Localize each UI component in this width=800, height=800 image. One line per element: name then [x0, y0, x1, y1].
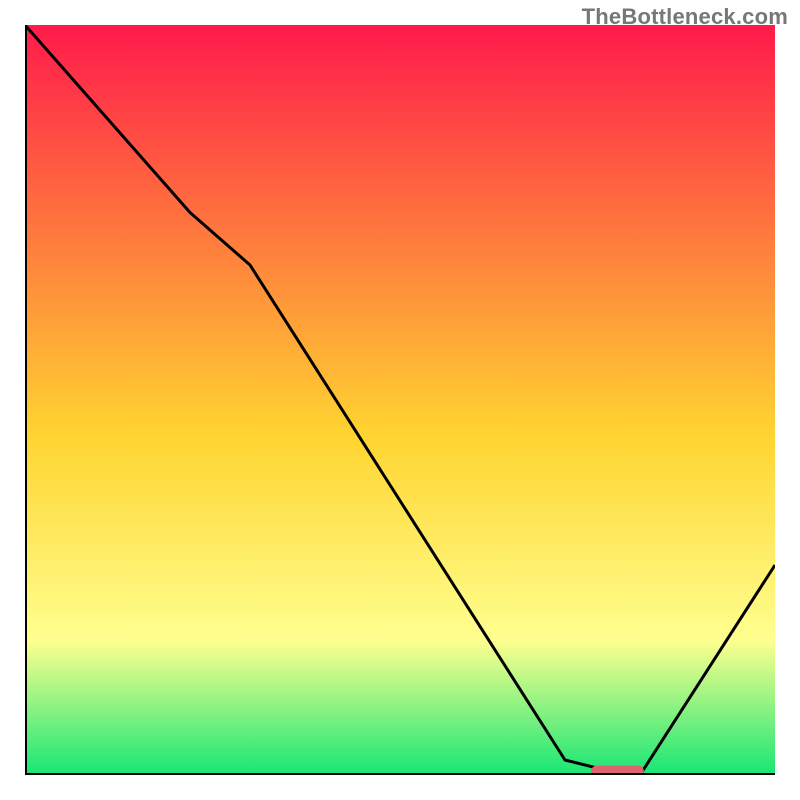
- gradient-background: [25, 25, 775, 775]
- chart-svg: [25, 25, 775, 775]
- plot-area: [25, 25, 775, 775]
- chart-container: TheBottleneck.com: [0, 0, 800, 800]
- watermark-label: TheBottleneck.com: [582, 4, 788, 30]
